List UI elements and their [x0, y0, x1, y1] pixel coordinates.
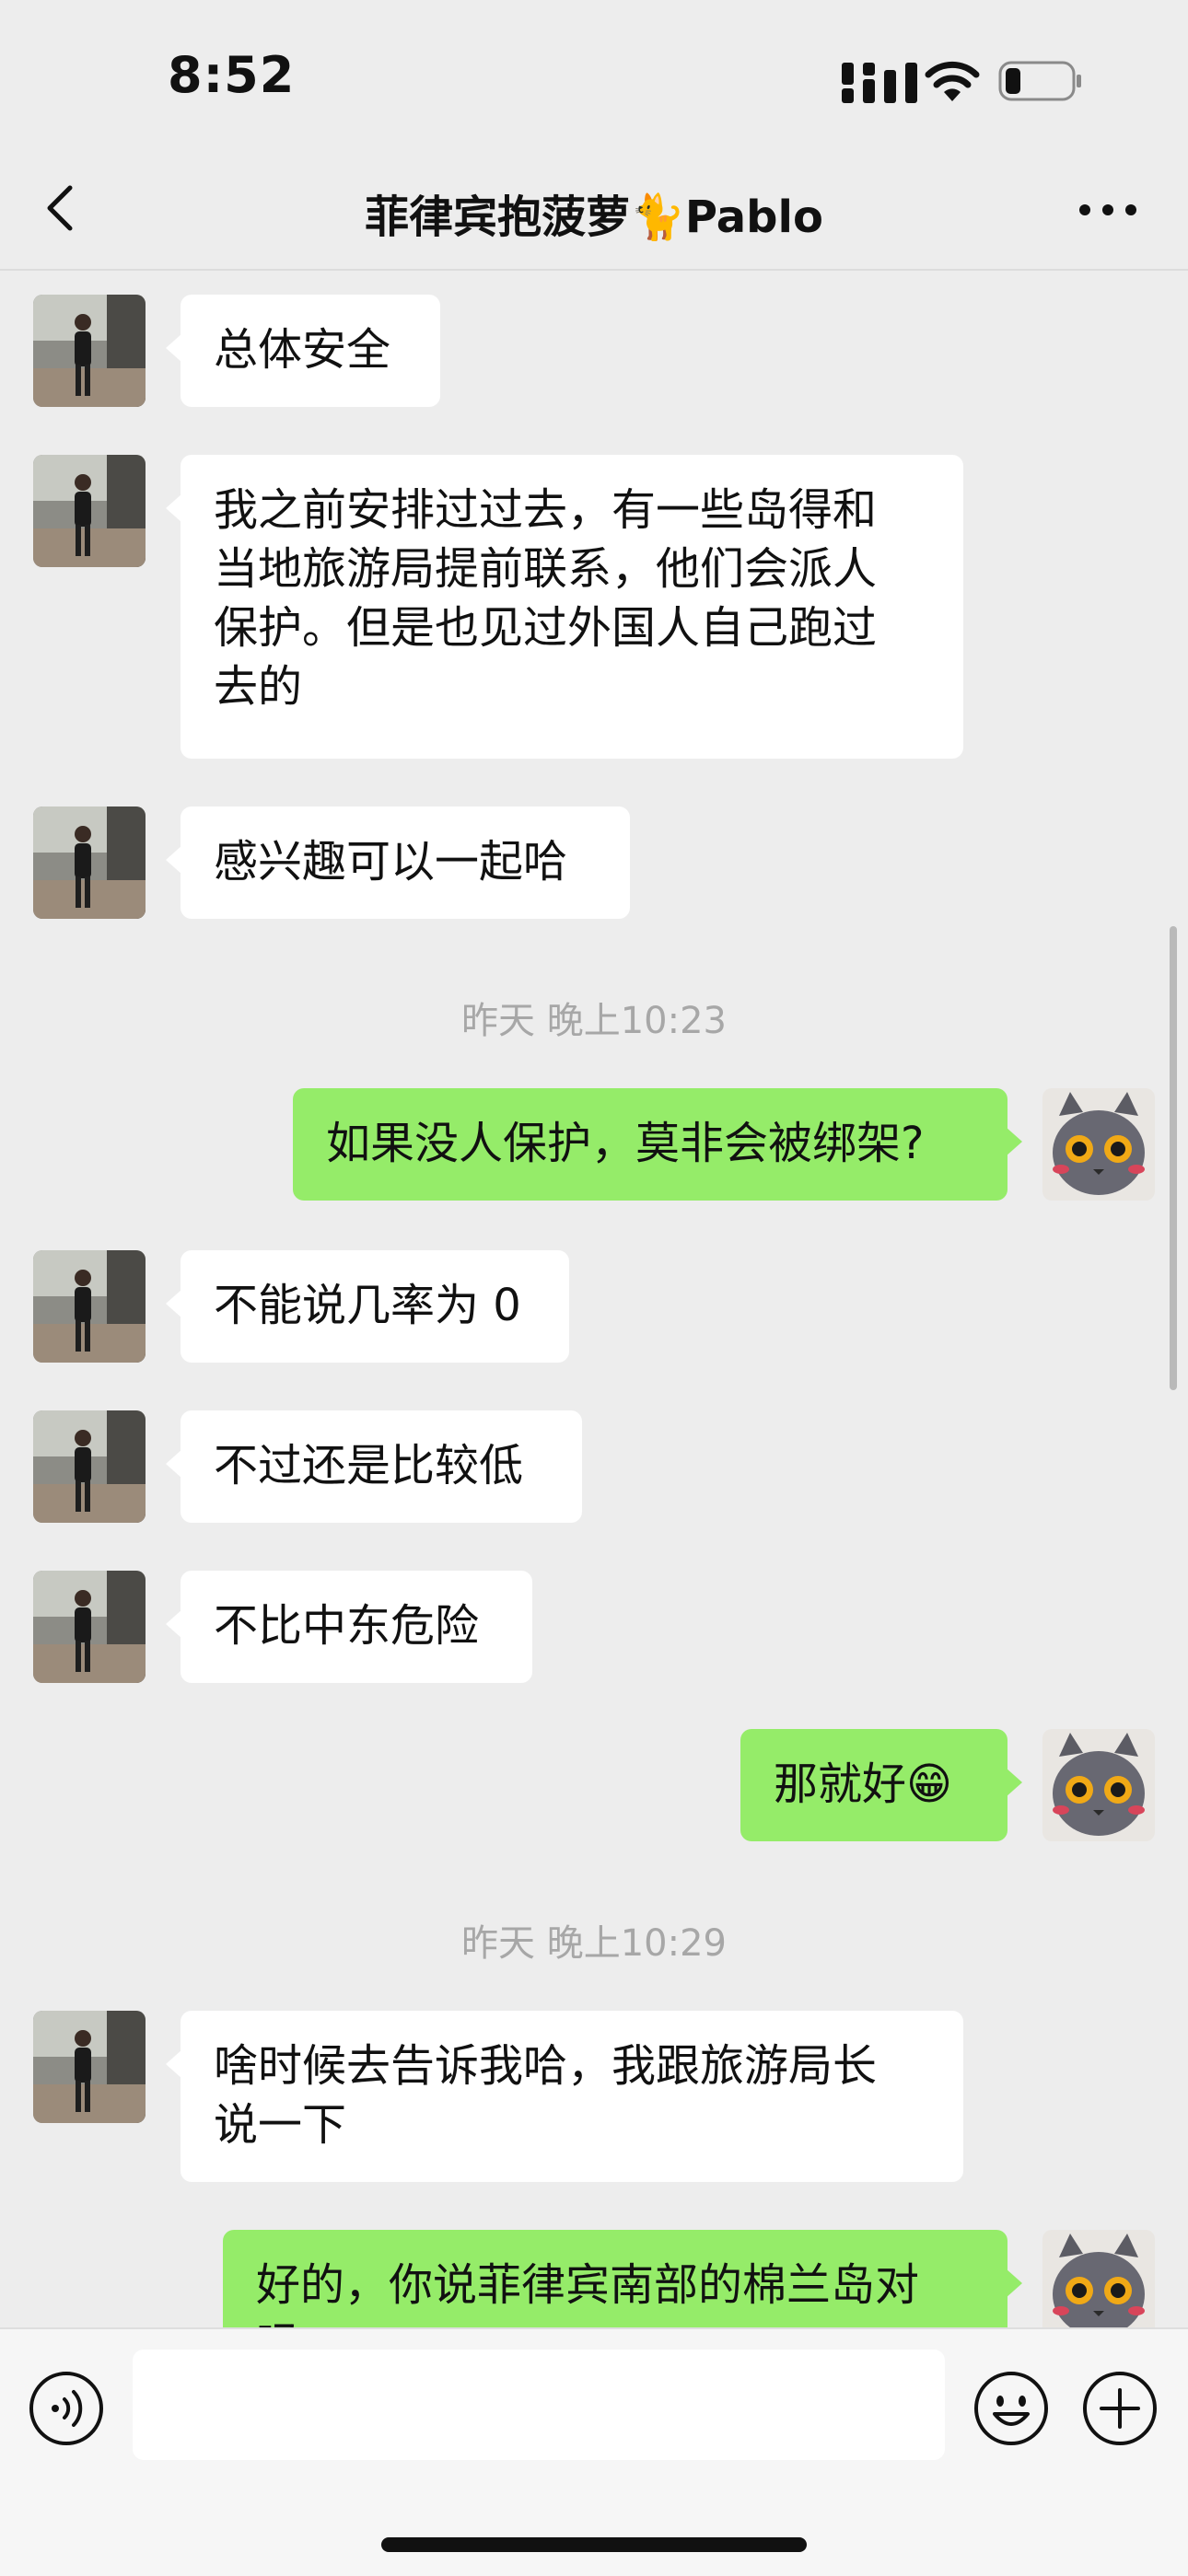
contact-avatar[interactable]: [33, 455, 146, 567]
person-photo-icon: [33, 1250, 146, 1363]
message-text: 总体安全: [214, 324, 391, 376]
message-input[interactable]: [133, 2350, 945, 2460]
person-photo-icon: [33, 1410, 146, 1523]
contact-avatar[interactable]: [33, 2011, 146, 2123]
cat-avatar-icon: [1042, 1729, 1155, 1841]
timestamp: 昨天 晚上10:23: [461, 1000, 727, 1042]
message-text: 不比中东危险: [214, 1600, 480, 1652]
status-bar: 8:52: [0, 0, 1188, 147]
contact-avatar[interactable]: [33, 806, 146, 919]
person-photo-icon: [33, 1571, 146, 1683]
voice-input-icon[interactable]: [28, 2370, 105, 2447]
contact-avatar[interactable]: [33, 295, 146, 407]
person-photo-icon: [33, 806, 146, 919]
status-time: 8:52: [168, 46, 296, 104]
more-options-icon[interactable]: [1077, 201, 1138, 219]
message-text-line: 我之前安排过过去，有一些岛得和: [214, 484, 878, 536]
contact-avatar[interactable]: [33, 1410, 146, 1523]
message-text-line: 去的: [214, 661, 303, 713]
chat-title: 菲律宾抱菠萝🐈Pablo: [365, 191, 823, 243]
message-text: 不过还是比较低: [214, 1440, 524, 1491]
scroll-indicator[interactable]: [1170, 926, 1177, 1390]
message-text-line: 说一下: [214, 2099, 347, 2151]
home-indicator[interactable]: [381, 2537, 807, 2552]
message-text-line: 保护。但是也见过外国人自己跑过: [214, 602, 878, 654]
received-message-bubble: 感兴趣可以一起哈: [166, 806, 630, 919]
received-message-bubble: 不过还是比较低: [166, 1410, 582, 1523]
received-message-bubble: 不比中东危险: [166, 1571, 532, 1683]
received-message-bubble: 啥时候去告诉我哈，我跟旅游局长 说一下: [166, 2011, 963, 2182]
message-text-line: 好的，你说菲律宾南部的棉兰岛对: [256, 2259, 920, 2311]
message-text: 不能说几率为 0: [214, 1280, 521, 1331]
message-text-line: 当地旅游局提前联系，他们会派人: [214, 543, 878, 595]
message-text: 如果没人保护，莫非会被绑架?: [326, 1118, 925, 1169]
cat-avatar-icon: [1042, 1088, 1155, 1201]
received-message-bubble: 总体安全: [166, 295, 440, 407]
message-text: 那就好😁: [774, 1758, 953, 1810]
sent-message-bubble: 那就好😁: [740, 1729, 1022, 1841]
person-photo-icon: [33, 2011, 146, 2123]
timestamp: 昨天 晚上10:29: [461, 1922, 727, 1965]
message-text: 感兴趣可以一起哈: [214, 836, 568, 888]
cellular-signal-icon: [842, 63, 917, 103]
person-photo-icon: [33, 295, 146, 407]
contact-avatar[interactable]: [33, 1250, 146, 1363]
self-avatar[interactable]: [1042, 1088, 1155, 1201]
received-message-bubble: 不能说几率为 0: [166, 1250, 569, 1363]
wifi-icon: [925, 61, 980, 101]
message-text-line: 啥时候去告诉我哈，我跟旅游局长: [214, 2040, 878, 2092]
self-avatar[interactable]: [1042, 2230, 1155, 2342]
self-avatar[interactable]: [1042, 1729, 1155, 1841]
contact-avatar[interactable]: [33, 1571, 146, 1683]
add-icon[interactable]: [1081, 2370, 1159, 2447]
received-message-bubble: 我之前安排过过去，有一些岛得和 当地旅游局提前联系，他们会派人 保护。但是也见过…: [166, 455, 963, 759]
person-photo-icon: [33, 455, 146, 567]
battery-icon: [998, 61, 1081, 101]
chat-header: 菲律宾抱菠萝🐈Pablo: [0, 147, 1188, 271]
cat-avatar-icon: [1042, 2230, 1155, 2342]
sent-message-bubble: 如果没人保护，莫非会被绑架?: [293, 1088, 1022, 1201]
emoji-icon[interactable]: [973, 2370, 1050, 2447]
